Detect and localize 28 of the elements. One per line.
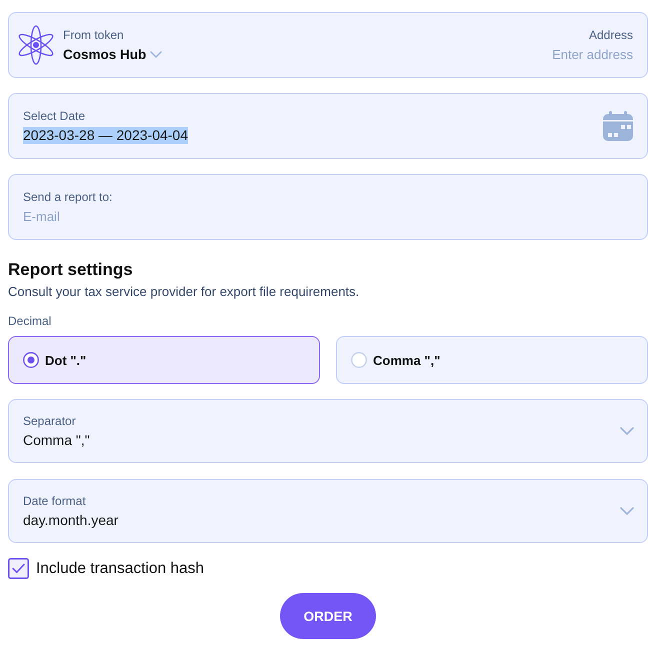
email-input[interactable]: E-mail — [23, 208, 323, 224]
chevron-icon — [620, 507, 634, 515]
decimal-label: Decimal — [8, 314, 52, 329]
token-label: From token — [63, 28, 124, 42]
checkbox-icon[interactable] — [8, 558, 29, 579]
select-dropdown[interactable]: Date format day.month.year — [8, 479, 648, 543]
order-button[interactable]: ORDER — [280, 593, 376, 639]
section-heading: Report settings — [8, 260, 134, 280]
caret-icon — [150, 50, 162, 58]
section-description: Consult your tax service provider for export file requirements. — [8, 284, 360, 300]
atom-icon — [18, 25, 54, 65]
field-label: Date format — [23, 494, 86, 508]
field-label: Send a report to: — [23, 190, 112, 204]
chevron-icon — [620, 427, 634, 435]
token-dropdown[interactable]: Cosmos Hub — [63, 46, 162, 62]
address-input[interactable]: Enter address — [513, 46, 633, 62]
decimal-option[interactable]: Dot "." — [8, 336, 320, 384]
checkbox-label: Include transaction hash — [36, 559, 204, 578]
selected-value: Comma "," — [23, 432, 90, 448]
decimal-option[interactable]: Comma "," — [336, 336, 648, 384]
select-dropdown[interactable]: Separator Comma "," — [8, 399, 648, 463]
selected-value: day.month.year — [23, 512, 118, 528]
date-field[interactable]: Select Date 2023-03-28 — 2023-04-04 — [8, 93, 648, 159]
address-label: Address — [588, 28, 633, 42]
date-range-value: 2023-03-28 — 2023-04-04 — [23, 126, 188, 144]
field-label: Select Date — [23, 108, 86, 124]
calendar-icon — [603, 111, 633, 141]
field-label: Separator — [23, 414, 76, 428]
